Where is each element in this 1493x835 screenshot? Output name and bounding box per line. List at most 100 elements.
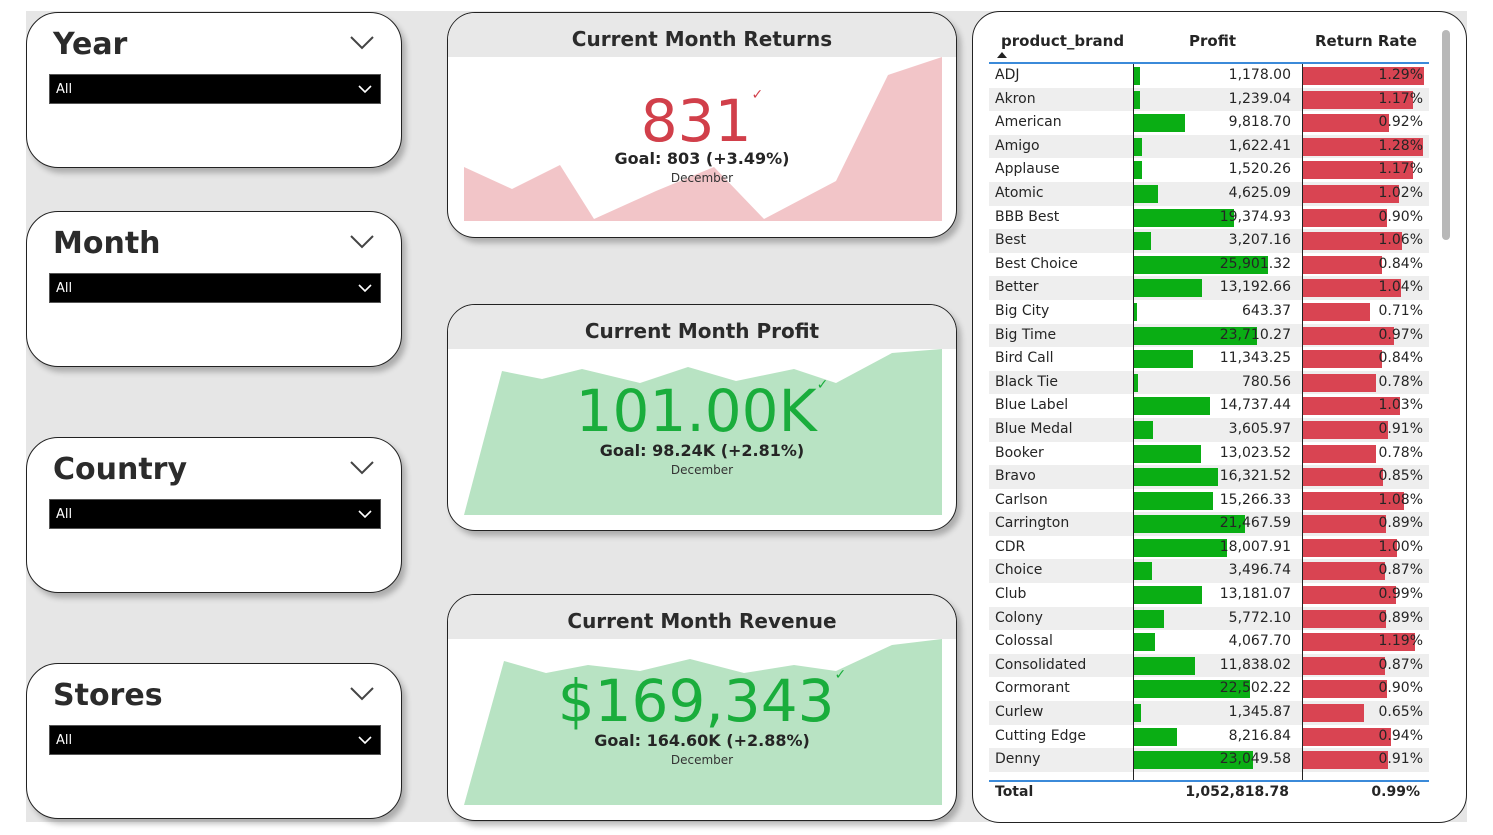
return-rate-cell: 0.78% [1378, 373, 1423, 390]
year-dropdown[interactable]: All [49, 74, 381, 104]
table-row[interactable]: American 9,818.70 0.92% [989, 111, 1429, 135]
brand-cell: Blue Medal [995, 420, 1073, 437]
table-row[interactable]: Cormorant 22,502.22 0.90% [989, 677, 1429, 701]
profit-data-bar [1134, 373, 1139, 392]
return-rate-data-bar [1303, 420, 1389, 439]
brand-cell: Atomic [995, 184, 1044, 201]
column-header-profit[interactable]: Profit [1189, 32, 1236, 50]
profit-cell: 23,049.58 [1219, 751, 1291, 768]
profit-cell: 11,838.02 [1219, 656, 1291, 673]
slicer-title: Year [53, 27, 128, 62]
table-row[interactable]: Choice 3,496.74 0.87% [989, 559, 1429, 584]
brand-cell: Carlson [995, 491, 1048, 508]
table-row[interactable]: BBB Best 19,374.93 0.90% [989, 206, 1429, 230]
table-row[interactable]: Blue Label 14,737.44 1.03% [989, 394, 1429, 418]
chevron-down-icon[interactable] [349, 460, 375, 476]
profit-data-bar [1134, 633, 1156, 652]
table-row[interactable]: Best 3,207.16 1.06% [989, 229, 1429, 253]
table-row[interactable]: CDR 18,007.91 1.00% [989, 536, 1429, 560]
profit-cell: 1,239.04 [1228, 90, 1291, 107]
slicer-month[interactable]: Month All [26, 211, 402, 367]
total-label: Total [995, 784, 1034, 800]
profit-data-bar [1134, 420, 1153, 439]
return-rate-data-bar [1303, 350, 1382, 369]
kpi-card-revenue[interactable]: Current Month Revenue $169,343✓ Goal: 16… [447, 594, 957, 821]
chevron-down-icon[interactable] [349, 35, 375, 51]
stores-dropdown[interactable]: All [49, 725, 381, 755]
chevron-down-icon [358, 510, 372, 519]
return-rate-data-bar [1303, 255, 1382, 274]
slicer-year[interactable]: Year All [26, 12, 402, 168]
profit-axis-line [1133, 64, 1134, 780]
slicer-title: Month [53, 226, 161, 261]
table-row[interactable]: Akron 1,239.04 1.17% [989, 87, 1429, 112]
month-dropdown[interactable]: All [49, 273, 381, 303]
table-row[interactable]: Colony 5,772.10 0.89% [989, 606, 1429, 631]
chevron-down-icon[interactable] [349, 686, 375, 702]
brand-cell: Colony [995, 609, 1043, 626]
brand-cell: Black Tie [995, 373, 1058, 390]
country-dropdown[interactable]: All [49, 499, 381, 529]
table-row[interactable]: Big City 643.37 0.71% [989, 300, 1429, 324]
return-rate-cell: 0.90% [1378, 680, 1423, 697]
profit-cell: 780.56 [1242, 373, 1291, 390]
chevron-down-icon[interactable] [349, 234, 375, 250]
table-row[interactable]: Bravo 16,321.52 0.85% [989, 465, 1429, 489]
return-rate-cell: 0.91% [1378, 751, 1423, 768]
profit-data-bar [1134, 350, 1193, 369]
table-body[interactable]: ADJ 1,178.00 1.29% Akron 1,239.04 1.17% Americ… [989, 64, 1429, 780]
table-row[interactable]: Black Tie 780.56 0.78% [989, 370, 1429, 395]
kpi-card-returns[interactable]: Current Month Returns 831✓ Goal: 803 (+3… [447, 12, 957, 238]
return-rate-cell: 0.84% [1378, 350, 1423, 367]
profit-cell: 1,520.26 [1228, 161, 1291, 178]
table-scrollbar[interactable] [1442, 30, 1450, 240]
table-row[interactable]: Bird Call 11,343.25 0.84% [989, 347, 1429, 371]
brand-cell: Choice [995, 562, 1043, 579]
table-row[interactable]: Blue Medal 3,605.97 0.91% [989, 417, 1429, 442]
table-row[interactable]: Best Choice 25,901.32 0.84% [989, 253, 1429, 277]
sort-ascending-icon[interactable] [997, 52, 1007, 58]
table-row[interactable]: ADJ 1,178.00 1.29% [989, 64, 1429, 88]
table-row[interactable]: Better 13,192.66 1.04% [989, 276, 1429, 300]
brand-table[interactable]: product_brand Profit Return Rate ADJ 1,17… [972, 11, 1467, 823]
table-row[interactable]: Carlson 15,266.33 1.08% [989, 489, 1429, 513]
table-row[interactable]: Booker 13,023.52 0.78% [989, 442, 1429, 466]
table-row[interactable]: Colossal 4,067.70 1.19% [989, 630, 1429, 654]
slicer-country[interactable]: Country All [26, 437, 402, 593]
brand-cell: Consolidated [995, 656, 1087, 673]
table-row[interactable]: Denny 23,049.58 0.91% [989, 748, 1429, 772]
return-rate-data-bar [1303, 444, 1377, 463]
table-row[interactable]: Big Time 23,710.27 0.97% [989, 323, 1429, 348]
kpi-period: December [670, 753, 734, 767]
kpi-period: December [670, 463, 734, 477]
profit-data-bar [1134, 137, 1143, 156]
profit-cell: 3,496.74 [1228, 562, 1291, 579]
table-row[interactable]: Applause 1,520.26 1.17% [989, 158, 1429, 182]
return-rate-cell: 1.17% [1378, 90, 1423, 107]
table-row[interactable]: Curlew 1,345.87 0.65% [989, 701, 1429, 725]
kpi-title: Current Month Returns [448, 13, 956, 57]
kpi-title: Current Month Revenue [448, 595, 956, 639]
return-rate-cell: 0.94% [1378, 727, 1423, 744]
profit-data-bar [1134, 704, 1141, 723]
profit-data-bar [1134, 656, 1196, 675]
return-rate-cell: 0.78% [1378, 444, 1423, 461]
return-rate-data-bar [1303, 114, 1390, 133]
profit-data-bar [1134, 302, 1138, 321]
dropdown-value: All [56, 732, 73, 748]
table-row[interactable]: Carrington 21,467.59 0.89% [989, 512, 1429, 536]
brand-cell: Bravo [995, 468, 1036, 485]
table-row[interactable]: Cutting Edge 8,216.84 0.94% [989, 725, 1429, 749]
profit-cell: 18,007.91 [1219, 538, 1291, 555]
brand-cell: Akron [995, 90, 1036, 107]
slicer-stores[interactable]: Stores All [26, 663, 402, 819]
column-header-brand[interactable]: product_brand [1001, 32, 1124, 50]
table-row[interactable]: Amigo 1,622.41 1.28% [989, 134, 1429, 159]
profit-data-bar [1134, 562, 1153, 581]
table-row[interactable]: Club 13,181.07 0.99% [989, 583, 1429, 607]
table-row[interactable]: Consolidated 11,838.02 0.87% [989, 653, 1429, 678]
column-header-return-rate[interactable]: Return Rate [1315, 32, 1417, 50]
profit-cell: 13,192.66 [1219, 279, 1291, 296]
table-row[interactable]: Atomic 4,625.09 1.02% [989, 181, 1429, 206]
kpi-card-profit[interactable]: Current Month Profit 101.00K✓ Goal: 98.2… [447, 304, 957, 531]
